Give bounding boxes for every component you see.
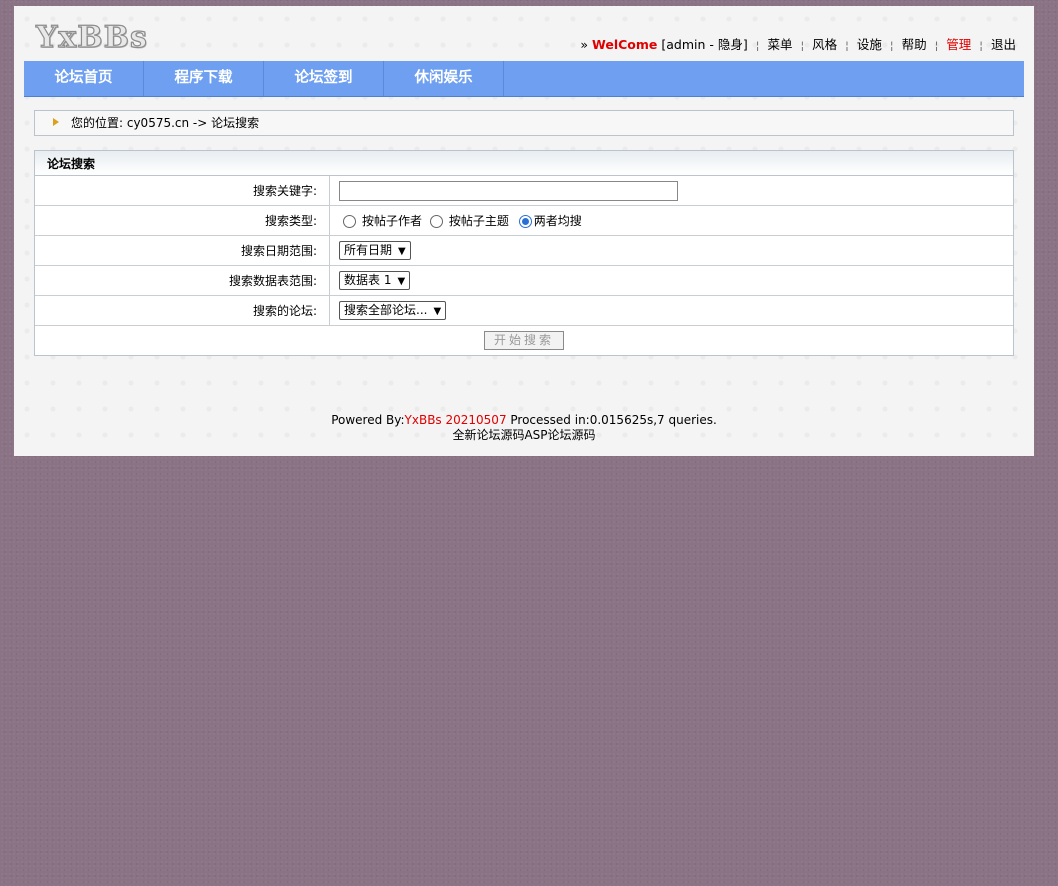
- menu-link[interactable]: 菜单: [767, 34, 792, 53]
- date-range-value: 所有日期: [344, 243, 393, 257]
- page-container: YxBBs » WelCome [admin - 隐身] ¦ 菜单 ¦ 风格 ¦…: [14, 6, 1034, 456]
- powered-by-label: Powered By:: [331, 413, 405, 427]
- table-range-label: 搜索数据表范围:: [35, 265, 330, 296]
- nav-item-checkin[interactable]: 论坛签到: [264, 61, 384, 96]
- radio-label-both: 两者均搜: [533, 214, 582, 228]
- forum-label: 搜索的论坛:: [35, 295, 330, 326]
- user-info[interactable]: [admin - 隐身]: [661, 34, 747, 53]
- separator: ¦: [845, 39, 849, 52]
- search-form: 搜索关键字: 搜索类型: 按帖子作者 按帖子主题 两者均搜 搜索日期范围: 所有…: [35, 176, 1013, 355]
- help-link[interactable]: 帮助: [902, 34, 927, 53]
- welcome-text: WelCome: [592, 37, 658, 52]
- keyword-label: 搜索关键字:: [35, 176, 330, 206]
- form-row-date: 搜索日期范围: 所有日期 ▼: [35, 235, 1013, 266]
- separator: ¦: [934, 39, 939, 52]
- table-range-value: 数据表 1: [344, 273, 392, 287]
- style-link[interactable]: 风格: [812, 34, 837, 53]
- form-row-forum: 搜索的论坛: 搜索全部论坛... ▼: [35, 295, 1013, 326]
- logout-link[interactable]: 退出: [991, 34, 1016, 53]
- start-search-button[interactable]: 开始搜索: [484, 331, 564, 350]
- keyword-input[interactable]: [339, 180, 678, 201]
- form-row-type: 搜索类型: 按帖子作者 按帖子主题 两者均搜: [35, 205, 1013, 236]
- radio-label-author: 按帖子作者: [362, 214, 423, 228]
- table-range-select[interactable]: 数据表 1 ▼: [339, 271, 411, 290]
- yxbbs-version-link[interactable]: YxBBs 20210507: [405, 413, 507, 427]
- form-row-submit: 开始搜索: [35, 325, 1013, 355]
- top-links: » WelCome [admin - 隐身] ¦ 菜单 ¦ 风格 ¦ 设施 ¦ …: [580, 34, 1016, 53]
- radio-by-subject[interactable]: [429, 215, 443, 228]
- radio-both[interactable]: [518, 215, 532, 228]
- yxbbs-logo[interactable]: YxBBs: [35, 19, 166, 56]
- chevron-down-icon: ▼: [398, 246, 406, 257]
- form-row-keyword: 搜索关键字:: [35, 176, 1013, 206]
- separator: ¦: [979, 39, 983, 52]
- processed-info: Processed in:0.015625s,7 queries.: [506, 413, 717, 427]
- date-range-select[interactable]: 所有日期 ▼: [339, 241, 411, 260]
- admin-link[interactable]: 管理: [946, 34, 971, 53]
- form-row-table: 搜索数据表范围: 数据表 1 ▼: [35, 265, 1013, 296]
- radio-label-subject: 按帖子主题: [448, 214, 509, 228]
- radio-by-author[interactable]: [343, 215, 356, 228]
- separator: ¦: [755, 39, 760, 52]
- breadcrumb: 您的位置: cy0575.cn -> 论坛搜索: [34, 110, 1014, 136]
- type-label: 搜索类型:: [35, 205, 330, 236]
- nav-item-download[interactable]: 程序下载: [144, 61, 264, 96]
- nav-item-home[interactable]: 论坛首页: [24, 61, 144, 96]
- separator: ¦: [800, 39, 805, 52]
- nav-item-entertainment[interactable]: 休闲娱乐: [384, 61, 504, 96]
- chevron-down-icon: ▼: [397, 276, 406, 287]
- breadcrumb-text: 您的位置: cy0575.cn -> 论坛搜索: [71, 116, 260, 130]
- triangle-right-icon: [53, 117, 59, 126]
- search-panel: 论坛搜索 搜索关键字: 搜索类型: 按帖子作者 按帖子主题 两者均搜 搜索日期范…: [34, 150, 1014, 356]
- forum-select[interactable]: 搜索全部论坛... ▼: [339, 301, 447, 320]
- chevron-down-icon: ▼: [433, 306, 442, 317]
- footer: Powered By:YxBBs 20210507 Processed in:0…: [14, 413, 1034, 443]
- facilities-link[interactable]: 设施: [857, 34, 882, 53]
- prefix-arrow: »: [580, 37, 589, 52]
- main-nav: 论坛首页 程序下载 论坛签到 休闲娱乐: [24, 61, 1024, 97]
- panel-title: 论坛搜索: [35, 151, 1013, 176]
- footer-line-1: Powered By:YxBBs 20210507 Processed in:0…: [14, 413, 1034, 428]
- footer-line-2[interactable]: 全新论坛源码ASP论坛源码: [14, 428, 1034, 443]
- separator: ¦: [889, 39, 894, 52]
- date-range-label: 搜索日期范围:: [35, 235, 330, 266]
- forum-value: 搜索全部论坛...: [344, 303, 428, 317]
